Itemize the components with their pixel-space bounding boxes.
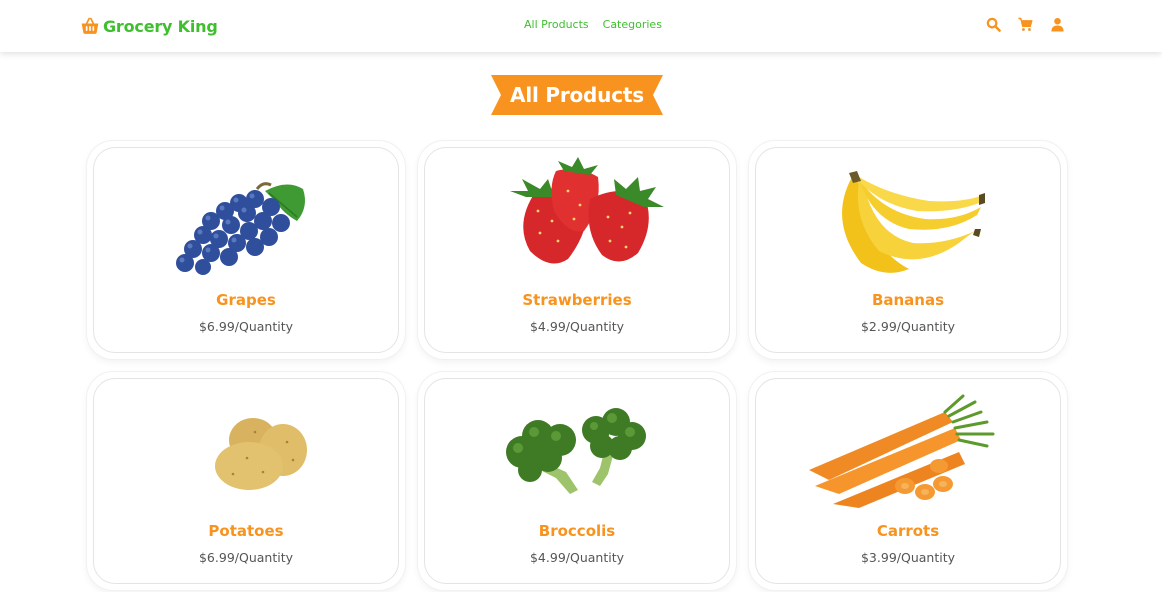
header-actions <box>986 17 1065 32</box>
basket-icon <box>81 17 99 34</box>
strawberries-image <box>510 157 664 264</box>
product-name: Bananas <box>871 291 945 309</box>
page-title-banner: All Products <box>491 75 663 115</box>
product-card-strawberries[interactable]: Strawberries $4.99/Quantity <box>418 141 736 359</box>
carrots-image <box>809 394 995 508</box>
product-price: $4.99/Quantity <box>529 319 624 334</box>
product-card-bananas[interactable]: Bananas $2.99/Quantity <box>749 141 1067 359</box>
product-name: Broccolis <box>538 522 616 540</box>
potatoes-image <box>215 418 307 490</box>
main-nav: All Products Categories <box>524 18 662 31</box>
product-card-carrots[interactable]: Carrots $3.99/Quantity <box>749 372 1067 590</box>
grapes-image <box>176 182 305 275</box>
page-title: All Products <box>510 83 644 107</box>
product-card-broccolis[interactable]: Broccolis $4.99/Quantity <box>418 372 736 590</box>
product-name: Strawberries <box>522 291 632 309</box>
product-price: $6.99/Quantity <box>198 550 293 565</box>
product-price: $2.99/Quantity <box>860 319 955 334</box>
product-name: Carrots <box>876 522 940 540</box>
search-icon[interactable] <box>986 17 1001 32</box>
product-price: $4.99/Quantity <box>529 550 624 565</box>
product-price: $6.99/Quantity <box>198 319 293 334</box>
product-name: Grapes <box>216 291 276 309</box>
product-name: Potatoes <box>208 522 284 540</box>
brand-name: Grocery King <box>103 16 218 36</box>
top-navbar: Grocery King All Products Categories <box>0 0 1162 52</box>
nav-categories[interactable]: Categories <box>603 18 662 31</box>
bananas-image <box>842 171 985 273</box>
product-card-grapes[interactable]: Grapes $6.99/Quantity <box>87 141 405 359</box>
brand-logo-link[interactable]: Grocery King <box>80 14 218 38</box>
product-price: $3.99/Quantity <box>860 550 955 565</box>
cart-icon[interactable] <box>1018 17 1033 32</box>
broccolis-image <box>506 408 646 494</box>
product-card-potatoes[interactable]: Potatoes $6.99/Quantity <box>87 372 405 590</box>
user-icon[interactable] <box>1050 17 1065 32</box>
nav-all-products[interactable]: All Products <box>524 18 589 31</box>
